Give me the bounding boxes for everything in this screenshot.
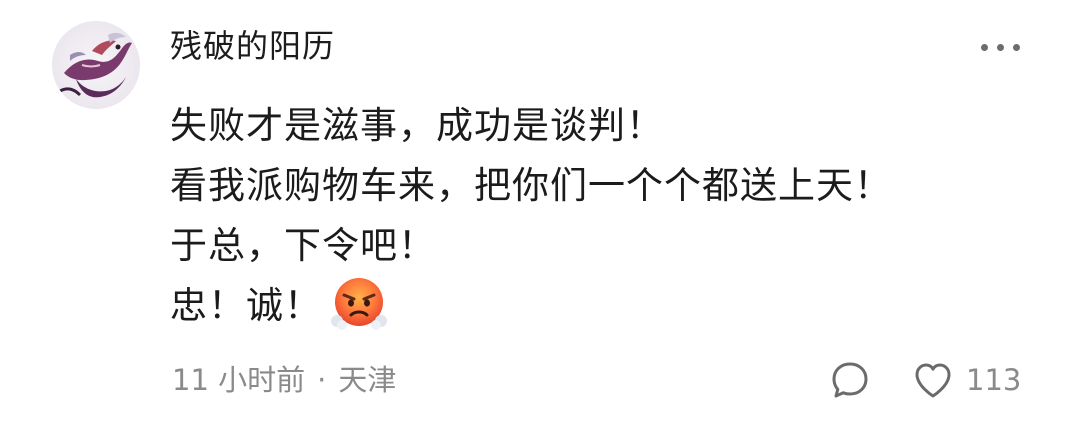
heart-icon	[915, 363, 951, 398]
comment-bubble-icon	[832, 362, 868, 398]
location: 天津	[338, 363, 397, 397]
comment-text: 失败才是滋事，成功是谈判！ 看我派购物车来，把你们一个个都送上天！ 于总，下令吧…	[170, 96, 1050, 336]
angry-face-emoji-icon	[330, 275, 388, 333]
comment-line: 失败才是滋事，成功是谈判！	[170, 104, 664, 147]
reply-button[interactable]	[828, 358, 872, 402]
more-dots-icon	[980, 43, 988, 51]
like-button[interactable]: 113	[912, 358, 1022, 402]
like-count: 113	[966, 363, 1022, 397]
meta-separator: ·	[317, 363, 327, 397]
more-dots-icon	[1012, 43, 1020, 51]
comment-line: 看我派购物车来，把你们一个个都送上天！	[170, 164, 892, 207]
avatar[interactable]	[52, 21, 140, 109]
more-dots-icon	[996, 43, 1004, 51]
avatar-image	[52, 21, 140, 109]
timestamp: 11 小时前	[172, 363, 306, 397]
more-options-button[interactable]	[970, 32, 1030, 62]
comment-line: 忠！诚！	[170, 284, 322, 327]
comment-meta: 11 小时前 · 天津	[172, 358, 396, 402]
comment-card: 残破的阳历 失败才是滋事，成功是谈判！ 看我派购物车来，把你们一个个都送上天！ …	[0, 0, 1080, 422]
comment-line-with-emoji: 忠！诚！	[170, 276, 1050, 336]
comment-line: 于总，下令吧！	[170, 224, 436, 267]
username[interactable]: 残破的阳历	[170, 22, 335, 70]
comment-actions: 113	[820, 356, 1040, 404]
